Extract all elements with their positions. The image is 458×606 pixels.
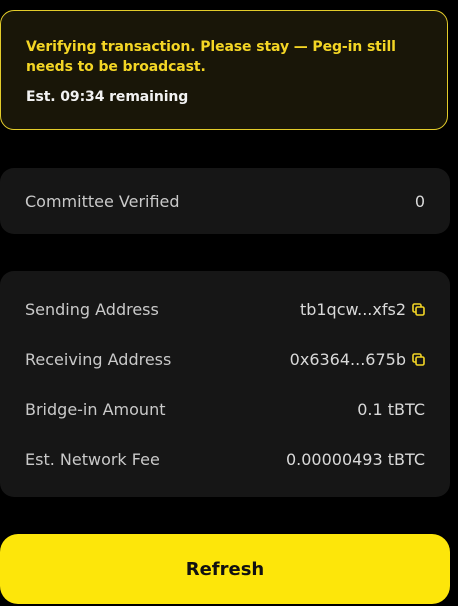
time-remaining: Est. 09:34 remaining [26,89,189,105]
receiving-address-label: Receiving Address [25,349,172,369]
refresh-button[interactable]: Refresh [0,534,450,604]
receiving-address-value: 0x6364...675b [289,349,406,369]
network-fee-value: 0.00000493 tBTC [285,449,425,469]
network-fee-row: Est. Network Fee 0.00000493 tBTC [25,434,425,484]
sending-address-value-group: tb1qcw...xfs2 [300,300,425,319]
committee-value: 0 [414,191,425,211]
bridge-in-amount-label: Bridge-in Amount [25,399,166,419]
committee-card: Committee Verified 0 [0,168,450,234]
warning-message: Verifying transaction. Please stay — Peg… [26,39,396,75]
committee-label: Committee Verified [25,191,180,211]
sending-address-value: tb1qcw...xfs2 [299,299,406,319]
sending-address-row: Sending Address tb1qcw...xfs2 [25,284,425,334]
copy-icon[interactable] [411,352,425,366]
bridge-in-amount-row: Bridge-in Amount 0.1 tBTC [25,384,425,434]
details-card: Sending Address tb1qcw...xfs2 Receiving … [0,271,450,497]
sending-address-label: Sending Address [25,299,159,319]
warning-banner: Verifying transaction. Please stay — Peg… [0,10,448,130]
copy-icon[interactable] [411,302,425,316]
committee-row: Committee Verified 0 [25,168,425,234]
bridge-in-amount-value: 0.1 tBTC [357,399,425,419]
receiving-address-row: Receiving Address 0x6364...675b [25,334,425,384]
network-fee-label: Est. Network Fee [25,449,160,469]
receiving-address-value-group: 0x6364...675b [290,350,425,369]
